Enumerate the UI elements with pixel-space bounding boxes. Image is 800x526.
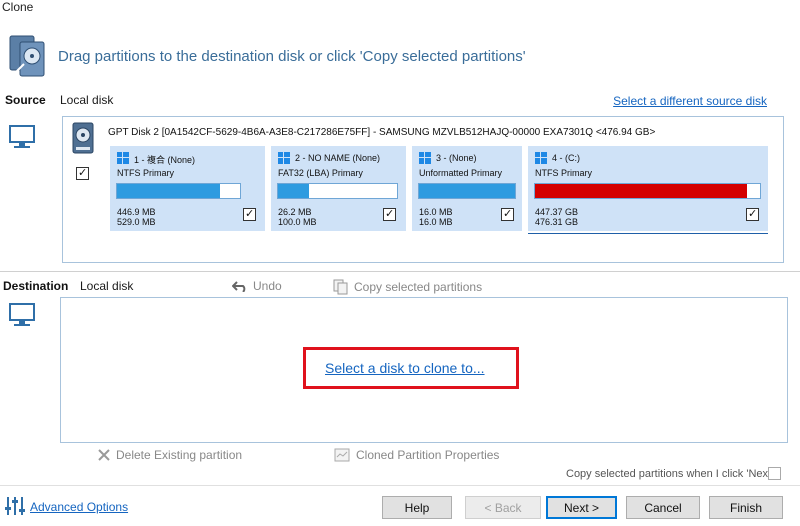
partition-3[interactable]: 3 - (None) Unformatted Primary 16.0 MB 1…	[412, 146, 522, 231]
copy-selected-partitions-button[interactable]: Copy selected partitions	[333, 279, 482, 295]
partition-name: 4 - (C:)	[552, 153, 580, 163]
partition-usage-fill	[419, 184, 515, 198]
partition-type: Unformatted Primary	[419, 168, 503, 178]
partition-total: 16.0 MB	[419, 217, 453, 227]
partition-checkbox[interactable]: ✓	[501, 208, 514, 221]
computer-icon	[8, 124, 36, 150]
computer-icon	[8, 302, 36, 328]
source-disk-checkbox[interactable]: ✓	[76, 167, 89, 180]
cancel-button[interactable]: Cancel	[626, 496, 700, 519]
destination-sublabel: Local disk	[80, 279, 134, 293]
select-disk-to-clone-link[interactable]: Select a disk to clone to...	[325, 360, 485, 376]
partition-usage-bar	[418, 183, 516, 199]
destination-label: Destination	[3, 279, 69, 293]
partition-total: 529.0 MB	[117, 217, 156, 227]
copy-on-next-label: Copy selected partitions when I click 'N…	[566, 468, 774, 480]
partition-used: 447.37 GB	[535, 207, 579, 217]
hard-disk-icon	[72, 122, 94, 154]
source-disk-title: GPT Disk 2 [0A1542CF-5629-4B6A-A3E8-C217…	[108, 127, 656, 138]
section-divider	[0, 271, 800, 272]
footer-divider	[0, 485, 800, 486]
windows-icon	[419, 152, 431, 164]
sliders-icon	[4, 495, 26, 517]
partition-total: 476.31 GB	[535, 217, 579, 227]
checkmark-icon: ✓	[245, 208, 255, 220]
checkmark-icon: ✓	[748, 208, 758, 220]
delete-partition-label: Delete Existing partition	[116, 448, 243, 462]
copy-selected-label: Copy selected partitions	[354, 280, 483, 294]
delete-existing-partition-button[interactable]: Delete Existing partition	[98, 448, 242, 462]
copy-icon	[333, 279, 348, 295]
partition-usage-fill	[278, 184, 309, 198]
partition-used: 26.2 MB	[278, 207, 312, 217]
partition-used: 446.9 MB	[117, 207, 156, 217]
windows-icon	[535, 152, 547, 164]
partition-type: NTFS Primary	[117, 168, 174, 178]
partition-name: 2 - NO NAME (None)	[295, 153, 381, 163]
partition-4[interactable]: 4 - (C:) NTFS Primary 447.37 GB 476.31 G…	[528, 146, 768, 231]
partition-total: 100.0 MB	[278, 217, 317, 227]
back-button[interactable]: < Back	[465, 496, 541, 519]
cloned-partition-properties-button[interactable]: Cloned Partition Properties	[334, 448, 499, 462]
source-sublabel: Local disk	[60, 93, 114, 107]
window-title: Clone	[2, 0, 34, 14]
undo-label: Undo	[253, 279, 282, 293]
partition-1[interactable]: 1 - 複合 (None) NTFS Primary 446.9 MB 529.…	[110, 146, 265, 231]
partition-checkbox[interactable]: ✓	[746, 208, 759, 221]
help-button[interactable]: Help	[382, 496, 452, 519]
partition-usage-fill	[117, 184, 221, 198]
select-source-disk-link[interactable]: Select a different source disk	[613, 94, 767, 108]
delete-icon	[98, 449, 110, 461]
partition-2[interactable]: 2 - NO NAME (None) FAT32 (LBA) Primary 2…	[271, 146, 406, 231]
partition-name: 1 - 複合 (None)	[134, 155, 196, 165]
undo-icon	[232, 281, 246, 292]
partition-checkbox[interactable]: ✓	[383, 208, 396, 221]
undo-button[interactable]: Undo	[232, 279, 282, 293]
partition-checkbox[interactable]: ✓	[243, 208, 256, 221]
checkmark-icon: ✓	[503, 208, 513, 220]
windows-icon	[117, 152, 129, 164]
partition-type: FAT32 (LBA) Primary	[278, 168, 363, 178]
partition-name: 3 - (None)	[436, 153, 477, 163]
properties-icon	[334, 448, 350, 462]
partition-usage-bar	[534, 183, 761, 199]
windows-icon	[278, 152, 290, 164]
partition-used: 16.0 MB	[419, 207, 453, 217]
selected-partition-underline	[528, 233, 768, 234]
clone-disk-icon	[8, 34, 48, 78]
cloned-props-label: Cloned Partition Properties	[356, 448, 500, 462]
source-label: Source	[5, 93, 46, 107]
checkmark-icon: ✓	[78, 167, 88, 179]
checkmark-icon: ✓	[385, 208, 395, 220]
advanced-options-link[interactable]: Advanced Options	[30, 500, 128, 514]
partition-usage-bar	[277, 183, 398, 199]
partition-usage-fill	[535, 184, 747, 198]
next-button[interactable]: Next >	[546, 496, 617, 519]
finish-button[interactable]: Finish	[709, 496, 783, 519]
partition-usage-bar	[116, 183, 241, 199]
copy-on-next-checkbox[interactable]	[768, 467, 781, 480]
header-instruction: Drag partitions to the destination disk …	[58, 48, 526, 65]
partition-type: NTFS Primary	[535, 168, 592, 178]
